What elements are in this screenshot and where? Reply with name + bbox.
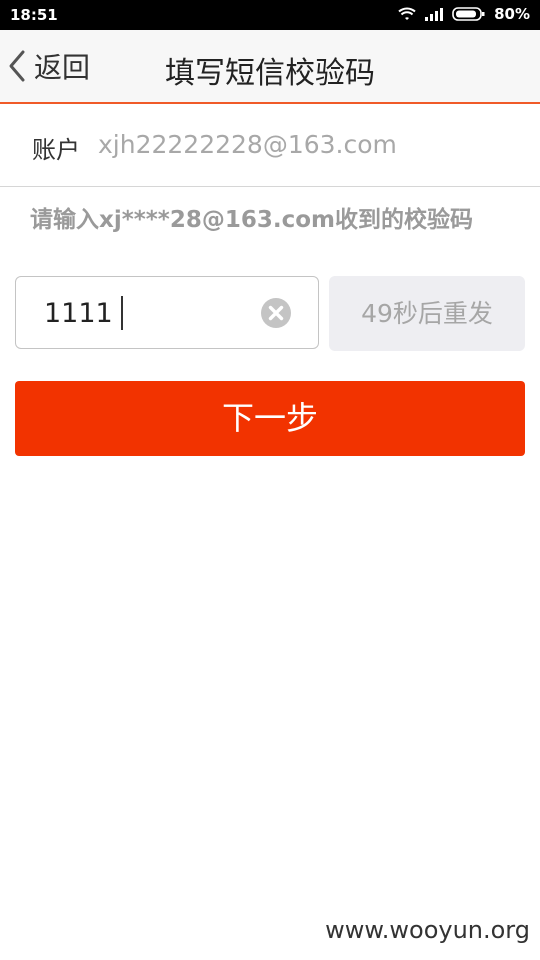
verification-hint: 请输入xj****28@163.com收到的校验码 [30,207,473,233]
page-title: 填写短信校验码 [165,56,375,91]
status-time: 18:51 [10,6,58,24]
wifi-icon [398,7,416,20]
resend-code-button[interactable]: 49秒后重发 [329,276,525,351]
verification-code-field[interactable] [15,276,319,349]
account-value: xjh22222228@163.com [98,130,397,159]
text-caret [121,296,123,330]
battery-level: 80% [494,5,530,23]
signal-icon [425,8,444,21]
account-label: 账户 [32,136,80,164]
clear-icon[interactable] [260,297,292,329]
status-bar: 18:51 80% [0,0,540,30]
next-step-button[interactable]: 下一步 [15,381,525,456]
verification-code-input[interactable] [44,295,264,331]
battery-icon [452,7,485,21]
navigation-bar: 返回 填写短信校验码 [0,30,540,104]
watermark: www.wooyun.org [325,916,530,944]
status-icons: 80% [398,5,530,23]
account-row: 账户 xjh22222228@163.com [0,104,540,187]
